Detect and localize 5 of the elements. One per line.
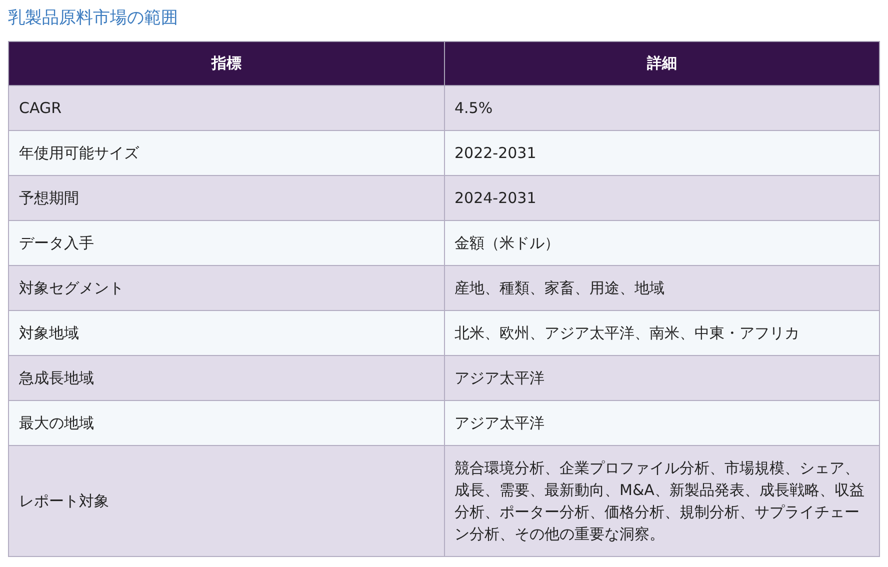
metric-cell: レポート対象: [8, 446, 444, 556]
section-title: 乳製品原料市場の範囲: [8, 7, 179, 30]
column-header: 指標: [211, 54, 242, 72]
detail-cell: 競合環境分析、企業プロファイル分析、市場規模、シェア、成長、需要、最新動向、M&A、新製品発表、成長戦略、収益分析、ポーター分析、価格分析、規制分析、サプライチェーン分析、その他の重要な洞察。: [444, 446, 880, 556]
column-header: 詳細: [646, 54, 677, 72]
